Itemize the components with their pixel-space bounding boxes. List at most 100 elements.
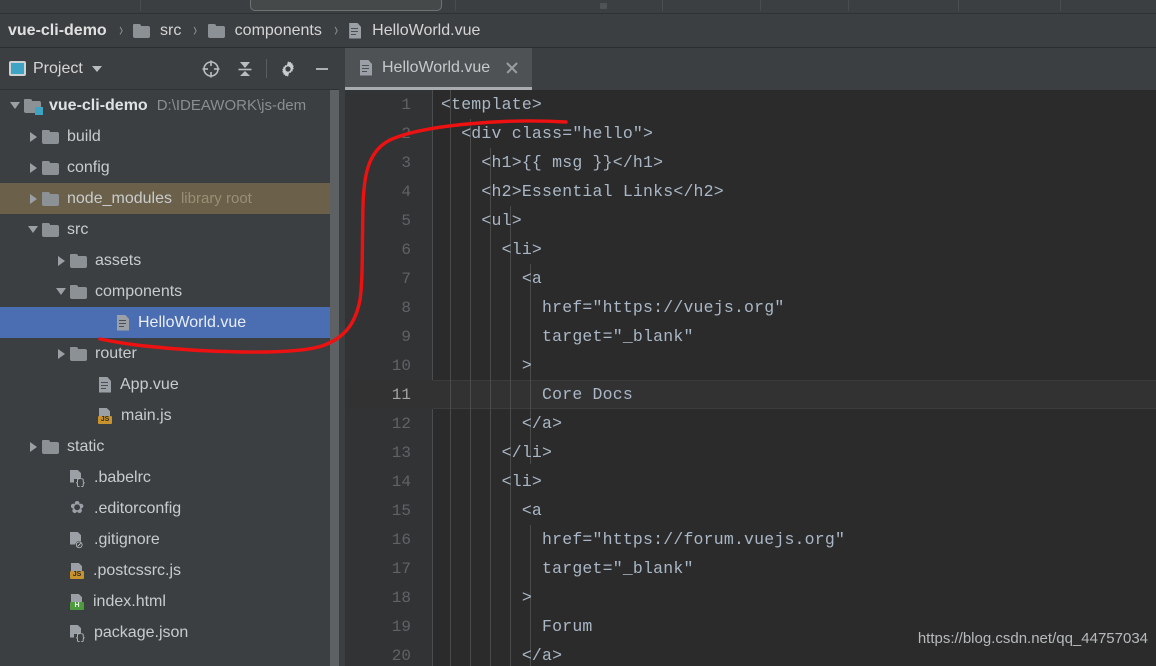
tree-item-vue-cli-demo[interactable]: vue-cli-demo D:\IDEAWORK\js-dem — [0, 90, 345, 121]
gear-file-icon — [70, 499, 86, 517]
code-text: <h2>Essential Links</h2> — [441, 182, 724, 201]
code-line[interactable]: 11 Core Docs — [345, 380, 1156, 409]
triangle-right-icon — [29, 441, 37, 452]
code-text: <template> — [441, 95, 543, 114]
tree-item-config[interactable]: config — [0, 152, 345, 183]
breadcrumb-item-src[interactable]: src — [133, 14, 183, 48]
minimize-icon[interactable] — [305, 52, 339, 86]
module-badge-icon — [35, 106, 43, 115]
tree-item-static[interactable]: static — [0, 431, 345, 462]
toolbar-separator — [848, 0, 849, 11]
chevron-down-icon[interactable] — [52, 288, 70, 295]
tree-item--postcssrc-js[interactable]: .postcssrc.js — [0, 555, 345, 586]
line-number: 3 — [401, 153, 411, 172]
toolbar-separator — [140, 0, 141, 11]
js-file-icon — [70, 563, 85, 579]
tree-item-router[interactable]: router — [0, 338, 345, 369]
code-text: <h1>{{ msg }}</h1> — [441, 153, 664, 172]
folder-icon — [207, 23, 225, 38]
chevron-right-icon[interactable] — [52, 255, 70, 266]
project-tree[interactable]: vue-cli-demo D:\IDEAWORK\js-dem build confi… — [0, 90, 345, 666]
folder-module-icon — [24, 98, 43, 115]
code-line[interactable]: 5 <ul> — [345, 206, 1156, 235]
project-view-icon — [9, 61, 26, 76]
html-file-icon — [70, 594, 85, 610]
folder-icon — [42, 222, 59, 237]
chevron-right-icon[interactable] — [24, 441, 42, 452]
tree-item-label: .gitignore — [94, 530, 160, 548]
chevron-right-icon[interactable] — [24, 131, 42, 142]
chevron-down-icon[interactable] — [91, 65, 102, 72]
code-line[interactable]: 10 > — [345, 351, 1156, 380]
line-number: 20 — [391, 646, 411, 665]
tree-item--babelrc[interactable]: .babelrc — [0, 462, 345, 493]
chevron-right-icon[interactable] — [24, 193, 42, 204]
toolbar-separator — [662, 0, 663, 11]
line-number: 17 — [391, 559, 411, 578]
tree-item-assets[interactable]: assets — [0, 245, 345, 276]
tree-item-label: components — [95, 282, 183, 300]
breadcrumb-item-helloworld-vue[interactable]: HelloWorld.vue — [348, 14, 482, 48]
tree-item-app-vue[interactable]: App.vue — [0, 369, 345, 400]
tree-item-label: package.json — [94, 623, 189, 641]
toolbar-separator — [1060, 0, 1061, 11]
folder-icon — [42, 160, 59, 175]
tree-item-index-html[interactable]: index.html — [0, 586, 345, 617]
tree-item-label: config — [67, 158, 110, 176]
tree-item-src[interactable]: src — [0, 214, 345, 245]
gear-icon[interactable] — [271, 52, 305, 86]
tree-item-helloworld-vue[interactable]: HelloWorld.vue — [0, 307, 345, 338]
project-tree-scrollbar[interactable] — [330, 90, 339, 666]
run-configuration-combo[interactable] — [250, 0, 442, 11]
locate-icon[interactable] — [194, 52, 228, 86]
code-line[interactable]: 4 <h2>Essential Links</h2> — [345, 177, 1156, 206]
tree-item-components[interactable]: components — [0, 276, 345, 307]
code-line[interactable]: 18 > — [345, 583, 1156, 612]
tree-item-build[interactable]: build — [0, 121, 345, 152]
code-line[interactable]: 14 <li> — [345, 467, 1156, 496]
code-line[interactable]: 12 </a> — [345, 409, 1156, 438]
code-line[interactable]: 2 <div class="hello"> — [345, 119, 1156, 148]
code-line[interactable]: 9 target="_blank" — [345, 322, 1156, 351]
tab-helloworld-vue[interactable]: HelloWorld.vue — [345, 48, 533, 90]
code-line[interactable]: 17 target="_blank" — [345, 554, 1156, 583]
code-line[interactable]: 15 <a — [345, 496, 1156, 525]
code-text: <a — [441, 269, 543, 288]
code-line[interactable]: 7 <a — [345, 264, 1156, 293]
chevron-down-icon[interactable] — [24, 226, 42, 233]
code-line[interactable]: 1 <template> — [345, 90, 1156, 119]
code-line[interactable]: 8 href="https://vuejs.org" — [345, 293, 1156, 322]
breadcrumb-item-components[interactable]: components — [207, 14, 324, 48]
tree-item-package-json[interactable]: package.json — [0, 617, 345, 648]
tree-item-label: src — [67, 220, 89, 238]
indent-guide — [450, 90, 451, 666]
code-line[interactable]: 13 </li> — [345, 438, 1156, 467]
tree-item-label: static — [67, 437, 105, 455]
collapse-all-icon[interactable] — [228, 52, 262, 86]
code-editor[interactable]: 1 <template> 2 <div class="hello"> 3 <h1>{{… — [345, 90, 1156, 666]
tree-item--gitignore[interactable]: .gitignore — [0, 524, 345, 555]
breadcrumb-label: src — [160, 21, 182, 39]
line-number: 7 — [401, 269, 411, 288]
line-number: 6 — [401, 240, 411, 259]
code-line[interactable]: 16 href="https://forum.vuejs.org" — [345, 525, 1156, 554]
line-number: 1 — [401, 95, 411, 114]
code-text: Forum — [441, 617, 593, 636]
tree-item-main-js[interactable]: main.js — [0, 400, 345, 431]
code-line[interactable]: 3 <h1>{{ msg }}</h1> — [345, 148, 1156, 177]
tree-item-label: HelloWorld.vue — [138, 313, 247, 331]
tree-item--editorconfig[interactable]: .editorconfig — [0, 493, 345, 524]
triangle-right-icon — [29, 193, 37, 204]
tree-item-node-modules[interactable]: node_modules library root — [0, 183, 345, 214]
close-icon[interactable] — [504, 60, 520, 76]
code-line[interactable]: 6 <li> — [345, 235, 1156, 264]
line-number: 14 — [391, 472, 411, 491]
line-number: 19 — [391, 617, 411, 636]
chevron-right-icon[interactable] — [24, 162, 42, 173]
breadcrumb-item-vue-cli-demo[interactable]: vue-cli-demo — [6, 14, 109, 48]
chevron-right-icon[interactable] — [52, 348, 70, 359]
toolbar-icon-partial[interactable] — [600, 3, 607, 9]
chevron-down-icon[interactable] — [6, 102, 24, 109]
tree-item-label: App.vue — [120, 375, 179, 393]
triangle-down-icon — [56, 288, 66, 295]
